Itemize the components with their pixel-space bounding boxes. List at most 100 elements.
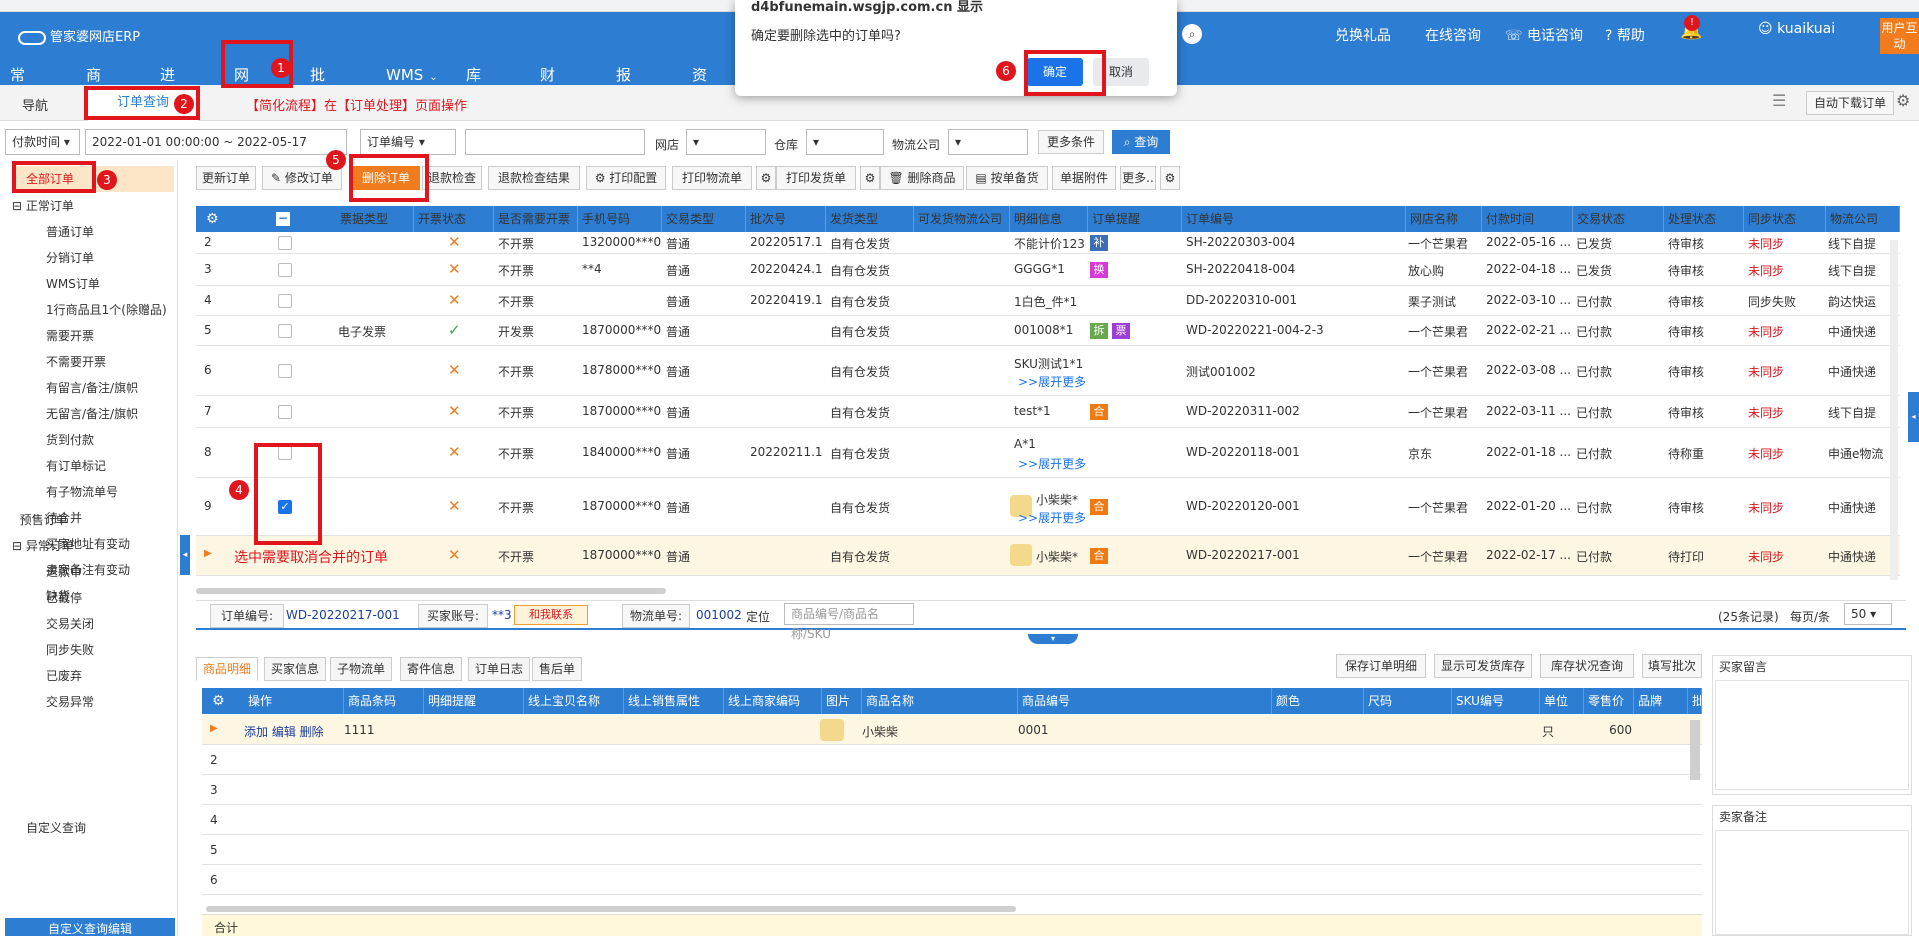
seller-note-box[interactable] — [1715, 830, 1909, 935]
warehouse-select[interactable]: ▾ — [806, 129, 884, 155]
more-conditions-button[interactable]: 更多条件 — [1038, 130, 1104, 154]
row-checkbox[interactable] — [278, 263, 292, 277]
column-header[interactable]: 明细信息 — [1010, 206, 1088, 232]
detail-column-header[interactable]: 图片 — [822, 688, 862, 714]
delete-goods-button[interactable]: 🗑 删除商品 — [880, 166, 964, 190]
detail-tab-5[interactable]: 售后单 — [532, 657, 583, 681]
edit-button[interactable]: ✎ 修改订单 — [262, 166, 342, 190]
row-ops[interactable]: 添加 编辑 删除 — [244, 723, 324, 740]
detail-button-3[interactable]: 填写批次 — [1642, 654, 1702, 678]
sidebar-group-normal[interactable]: ⊟ 正常订单 — [12, 196, 74, 216]
sidebar-item-abnormal-2[interactable]: 交易关闭 — [46, 614, 94, 634]
logistics-select[interactable]: ▾ — [948, 129, 1028, 155]
sidebar-item-normal-2[interactable]: WMS订单 — [46, 274, 100, 294]
sidebar-item-abnormal-3[interactable]: 同步失败 — [46, 640, 94, 660]
table-row[interactable]: 2 ✕ 不开票 1320000***0 普通 20220517.1 自有仓发货 不能计价123… — [196, 232, 1900, 254]
table-row[interactable]: 7 ✕ 不开票 1870000***0 普通 自有仓发货 test*1 合 WD-2022031… — [196, 396, 1900, 428]
shop-select[interactable]: ▾ — [686, 129, 766, 155]
detail-column-header[interactable]: 批 — [1688, 688, 1702, 714]
row-checkbox[interactable] — [278, 236, 292, 250]
detail-empty-row[interactable]: 5 — [202, 835, 1702, 865]
toolbar-gear-icon[interactable]: ⚙ — [860, 166, 880, 190]
refund-result-button[interactable]: 退款检查结果 — [488, 166, 580, 190]
detail-tab-3[interactable]: 寄件信息 — [400, 657, 463, 681]
user-menu[interactable]: ☺ kuaikuai — [1758, 21, 1835, 37]
sidebar-item-normal-9[interactable]: 有订单标记 — [46, 456, 106, 476]
sidebar-item-normal-3[interactable]: 1行商品且1个(除赠品) — [46, 300, 167, 320]
column-header[interactable]: 订单提醒 — [1088, 206, 1182, 232]
row-checkbox[interactable] — [278, 324, 292, 338]
list-icon[interactable]: ☰ — [1772, 91, 1786, 110]
detail-empty-row[interactable]: 4 — [202, 805, 1702, 835]
keyword-input[interactable] — [465, 129, 645, 155]
print-config-button[interactable]: ⚙ 打印配置 — [586, 166, 666, 190]
table-row[interactable]: 8 ✕ 不开票 1840000***0 普通 20220211.1 自有仓发货 A*1 >>展开… — [196, 428, 1900, 478]
print-ship-button[interactable]: 打印发货单 — [776, 166, 856, 190]
column-header[interactable]: 手机号码 — [578, 206, 662, 232]
detail-column-header[interactable]: 商品编号 — [1018, 688, 1272, 714]
detail-button-0[interactable]: 保存订单明细 — [1336, 654, 1426, 678]
column-header[interactable]: 交易状态 — [1573, 206, 1664, 232]
attach-button[interactable]: 单据附件 — [1052, 166, 1116, 190]
auto-download-button[interactable]: 自动下载订单 — [1806, 91, 1894, 115]
user-interact-corner[interactable]: 用户互动 — [1880, 18, 1919, 54]
sidebar-item-normal-7[interactable]: 无留言/备注/旗帜 — [46, 404, 138, 424]
sidebar-item-normal-4[interactable]: 需要开票 — [46, 326, 94, 346]
sidebar-item-normal-8[interactable]: 货到付款 — [46, 430, 94, 450]
sidebar-item-normal-11[interactable]: 待合并 — [46, 508, 82, 528]
detail-tab-1[interactable]: 买家信息 — [264, 657, 327, 681]
row-checkbox[interactable] — [278, 294, 292, 308]
sidebar-item-abnormal-1[interactable]: 已截停 — [46, 588, 82, 608]
table-row[interactable]: 6 ✕ 不开票 1878000***0 普通 自有仓发货 SKU测试1*1 >>展开更多 测试0… — [196, 346, 1900, 396]
sidebar-item-normal-1[interactable]: 分销订单 — [46, 248, 94, 268]
buyer-message-box[interactable] — [1715, 680, 1909, 790]
sidebar-item-normal-10[interactable]: 有子物流单号 — [46, 482, 118, 502]
detail-empty-row[interactable]: 6 — [202, 865, 1702, 895]
table-row[interactable]: 9 ✓ ✕ 不开票 1870000***0 普通 自有仓发货 小柴柴* >>展开更多合 WD-20… — [196, 478, 1900, 536]
contact-me-button[interactable]: 和我联系 — [514, 605, 588, 625]
gift-link[interactable]: 兑换礼品 — [1335, 25, 1391, 45]
detail-empty-row[interactable]: 2 — [202, 745, 1702, 775]
detail-column-header[interactable]: 商品条码 — [344, 688, 424, 714]
detail-tab-4[interactable]: 订单日志 — [468, 657, 531, 681]
detail-column-header[interactable]: 操作 — [244, 688, 344, 714]
select-all-checkbox[interactable]: − — [276, 212, 290, 226]
search-icon[interactable]: ⌕ — [1182, 24, 1202, 44]
detail-vscrollbar[interactable] — [1690, 720, 1700, 780]
toolbar-gear-icon[interactable]: ⚙ — [756, 166, 776, 190]
order-no-value[interactable]: WD-20220217-001 — [286, 608, 400, 622]
table-row[interactable]: 5 电子发票 ✓ 开发票 1870000***0 普通 自有仓发货 001008*1 拆票 WD-… — [196, 316, 1900, 346]
sidebar-item-normal-12[interactable]: 买家地址有变动 — [46, 534, 130, 554]
column-header[interactable]: 发货类型 — [826, 206, 914, 232]
column-header[interactable]: 交易类型 — [662, 206, 746, 232]
detail-column-header[interactable]: 零售价 — [1584, 688, 1634, 714]
row-checkbox[interactable] — [278, 405, 292, 419]
detail-column-header[interactable]: 商品名称 — [862, 688, 1018, 714]
grid-hscrollbar[interactable] — [196, 588, 666, 594]
detail-column-header[interactable]: SKU编号 — [1452, 688, 1540, 714]
sidebar-item-normal-6[interactable]: 有留言/备注/旗帜 — [46, 378, 138, 398]
column-header[interactable]: 订单编号 — [1182, 206, 1406, 232]
toolbar-gear-icon[interactable]: ⚙ — [1160, 166, 1180, 190]
column-header[interactable]: 物流公司 — [1826, 206, 1900, 232]
detail-column-header[interactable]: 线上商家编码 — [724, 688, 822, 714]
splitter-handle[interactable]: ▾ — [1028, 634, 1078, 644]
help-link[interactable]: ? 帮助 — [1605, 25, 1645, 45]
column-header[interactable]: 付款时间 — [1482, 206, 1573, 232]
expand-more-link[interactable]: >>展开更多 — [1018, 509, 1086, 526]
grid-settings-icon[interactable]: ⚙ — [206, 211, 219, 227]
sidebar-item-abnormal-4[interactable]: 已废弃 — [46, 666, 82, 686]
date-range-input[interactable]: 2022-01-01 00:00:00 ~ 2022-05-17 23:59:5… — [85, 129, 347, 173]
sidebar-item-abnormal-5[interactable]: 交易异常 — [46, 692, 94, 712]
collapse-sidebar-handle[interactable]: ◂ — [180, 535, 190, 575]
locate-input[interactable]: 商品编号/商品名称/SKU — [784, 603, 914, 641]
time-type-select[interactable]: 付款时间 ▾ — [5, 129, 80, 155]
refund-check-button[interactable]: 退款检查 — [422, 166, 482, 190]
column-header[interactable]: 网店名称 — [1406, 206, 1482, 232]
phone-consult-link[interactable]: ☏ 电话咨询 — [1505, 25, 1583, 45]
detail-row[interactable]: ▶ 添加 编辑 删除 1111 小柴柴 0001 只 600 — [202, 715, 1702, 745]
detail-button-1[interactable]: 显示可发货库存 — [1434, 654, 1532, 678]
custom-query-edit-button[interactable]: 自定义查询编辑 — [5, 918, 175, 936]
stock-by-order-button[interactable]: ▤ 按单备货 — [966, 166, 1048, 190]
column-header[interactable]: 批次号 — [746, 206, 826, 232]
